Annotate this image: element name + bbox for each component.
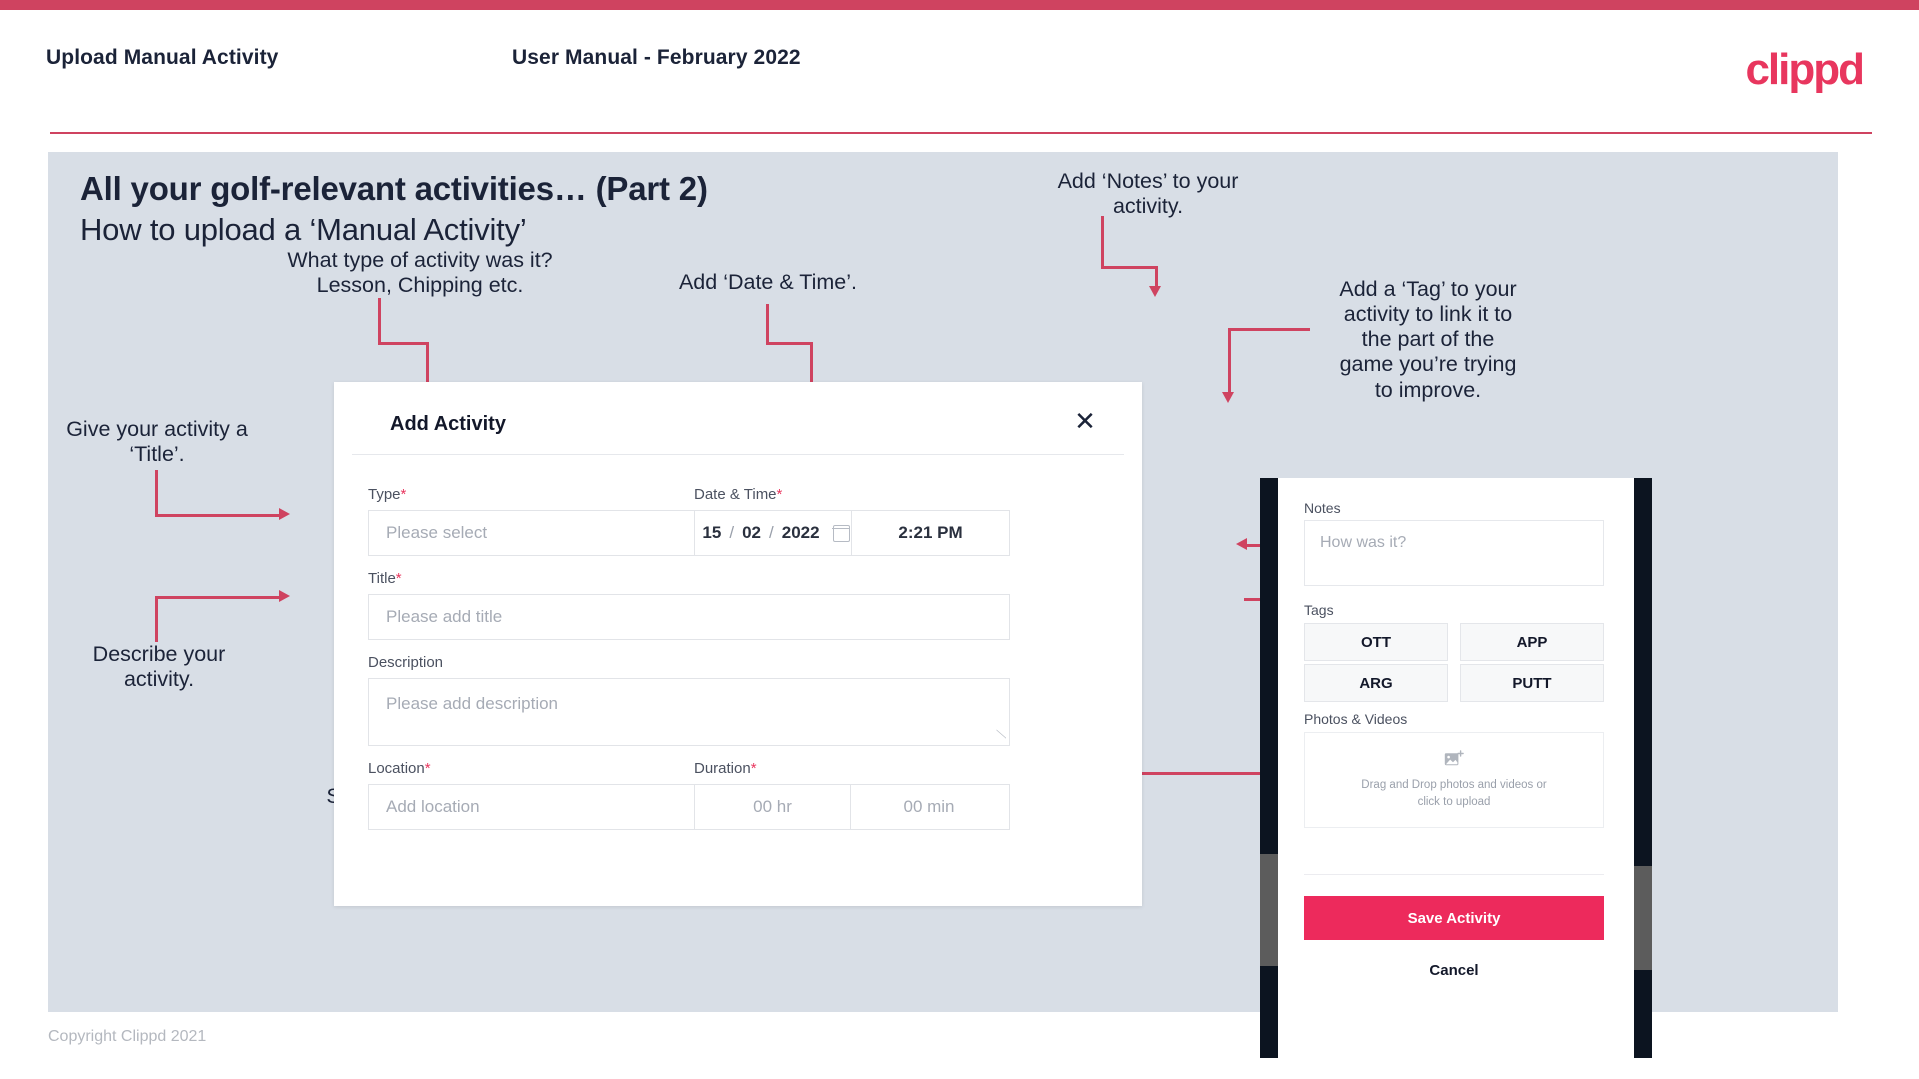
arrowhead-photos <box>1236 538 1247 550</box>
description-textarea[interactable]: Please add description <box>368 678 1010 746</box>
date-sep-1: / <box>729 523 735 542</box>
title-label: Title* <box>368 570 402 587</box>
datetime-field[interactable]: 15 / 02 / 2022 2:21 PM <box>694 510 1010 556</box>
location-label-text: Location <box>368 760 425 777</box>
annotation-title: Give your activity a ‘Title’. <box>66 417 248 467</box>
tag-ott[interactable]: OTT <box>1304 623 1448 661</box>
duration-label-text: Duration <box>694 760 751 777</box>
type-select[interactable]: Please select <box>368 510 740 556</box>
leader-line-desc-v <box>155 598 158 642</box>
dialog-title: Add Activity <box>390 413 506 435</box>
add-activity-dialog: Add Activity ✕ Type* Please select Date … <box>334 382 1142 906</box>
phone-button-left <box>1260 854 1278 966</box>
photos-label: Photos & Videos <box>1304 711 1408 727</box>
phone-bezel-left <box>1260 478 1278 1058</box>
leader-line-type-h <box>378 342 428 345</box>
close-icon[interactable]: ✕ <box>1070 406 1100 436</box>
calendar-icon[interactable] <box>831 524 851 542</box>
date-day: 15 <box>702 523 722 542</box>
annotation-notes: Add ‘Notes’ to your activity. <box>1057 169 1239 219</box>
duration-hours-input[interactable]: 00 hr <box>695 785 851 829</box>
leader-line-dt-v2 <box>810 342 813 386</box>
leader-line-notes-h <box>1101 266 1157 269</box>
datetime-label-text: Date & Time <box>694 486 777 503</box>
tags-label: Tags <box>1304 602 1334 618</box>
title-label-text: Title <box>368 570 396 587</box>
tag-putt[interactable]: PUTT <box>1460 664 1604 702</box>
save-activity-button[interactable]: Save Activity <box>1304 896 1604 940</box>
arrowhead-description <box>279 590 290 602</box>
leader-line-desc-h <box>155 596 281 599</box>
phone-bezel-right <box>1634 478 1652 1058</box>
annotation-datetime: Add ‘Date & Time’. <box>678 270 858 294</box>
copyright-text: Copyright Clippd 2021 <box>48 1028 207 1045</box>
phone-screen: Notes How was it? Tags OTT APP ARG PUTT … <box>1278 478 1634 1058</box>
photo-dropzone-line2: click to upload <box>1417 795 1491 808</box>
description-label: Description <box>368 654 444 671</box>
tag-arg[interactable]: ARG <box>1304 664 1448 702</box>
photo-dropzone-text: Drag and Drop photos and videos or click… <box>1361 777 1546 810</box>
type-label-text: Type <box>368 486 401 503</box>
leader-line-tags-v <box>1228 328 1231 394</box>
duration-field[interactable]: 00 hr 00 min <box>694 784 1010 830</box>
phone-button-right <box>1634 866 1652 970</box>
duration-minutes-input[interactable]: 00 min <box>851 785 1007 829</box>
datetime-required-marker: * <box>776 486 783 503</box>
slide-subtitle: How to upload a ‘Manual Activity’ <box>80 212 527 247</box>
location-label: Location* <box>368 760 431 777</box>
photo-dropzone[interactable]: Drag and Drop photos and videos or click… <box>1304 732 1604 828</box>
tag-app[interactable]: APP <box>1460 623 1604 661</box>
leader-line-dt-h <box>766 342 812 345</box>
date-year: 2022 <box>781 523 820 542</box>
leader-line-type-v1 <box>378 298 381 344</box>
title-input[interactable]: Please add title <box>368 594 1010 640</box>
slide-body: All your golf-relevant activities… (Part… <box>48 152 1838 1058</box>
notes-label: Notes <box>1304 500 1341 516</box>
phone-divider <box>1304 874 1604 875</box>
leader-line-title-h <box>155 514 281 517</box>
add-image-icon <box>1444 750 1465 768</box>
type-required-marker: * <box>400 486 407 503</box>
header-left-title: Upload Manual Activity <box>46 46 279 69</box>
date-sep-2: / <box>769 523 774 542</box>
page-header: Upload Manual Activity User Manual - Feb… <box>0 10 1919 134</box>
annotation-type: What type of activity was it? Lesson, Chi… <box>287 248 553 298</box>
leader-line-save-h <box>1120 772 1268 775</box>
leader-line-notes-v1 <box>1101 216 1104 268</box>
cancel-button[interactable]: Cancel <box>1304 962 1604 979</box>
time-input[interactable]: 2:21 PM <box>852 511 1009 555</box>
leader-line-tags-h1 <box>1228 328 1310 331</box>
location-required-marker: * <box>424 760 431 777</box>
date-input[interactable]: 15 / 02 / 2022 <box>695 511 852 555</box>
leader-line-title-v <box>155 470 158 516</box>
type-label: Type* <box>368 486 406 503</box>
location-input[interactable]: Add location <box>368 784 740 830</box>
notes-input[interactable]: How was it? <box>1304 520 1604 586</box>
clippd-logo: clippd <box>1745 45 1865 94</box>
leader-line-dt-v1 <box>766 304 769 344</box>
dialog-header-divider <box>352 454 1124 455</box>
header-center-title: User Manual - February 2022 <box>512 46 801 69</box>
arrowhead-title <box>279 508 290 520</box>
datetime-label: Date & Time* <box>694 486 782 503</box>
type-select-value: Please select <box>386 523 488 542</box>
date-month: 02 <box>742 523 761 542</box>
title-required-marker: * <box>395 570 402 587</box>
annotation-tags: Add a ‘Tag’ to your activity to link it t… <box>1339 277 1517 402</box>
phone-mockup: Notes How was it? Tags OTT APP ARG PUTT … <box>1260 478 1652 1058</box>
duration-required-marker: * <box>750 760 757 777</box>
duration-label: Duration* <box>694 760 757 777</box>
leader-line-type-v2 <box>426 342 429 386</box>
arrowhead-notes <box>1149 286 1161 297</box>
leader-line-notes-v2 <box>1155 266 1158 288</box>
slide-title: All your golf-relevant activities… (Part… <box>80 170 708 207</box>
arrowhead-tags <box>1222 392 1234 403</box>
annotation-description: Describe your activity. <box>92 642 226 692</box>
top-accent-bar <box>0 0 1919 10</box>
header-divider <box>50 132 1872 134</box>
photo-dropzone-line1: Drag and Drop photos and videos or <box>1361 778 1547 791</box>
